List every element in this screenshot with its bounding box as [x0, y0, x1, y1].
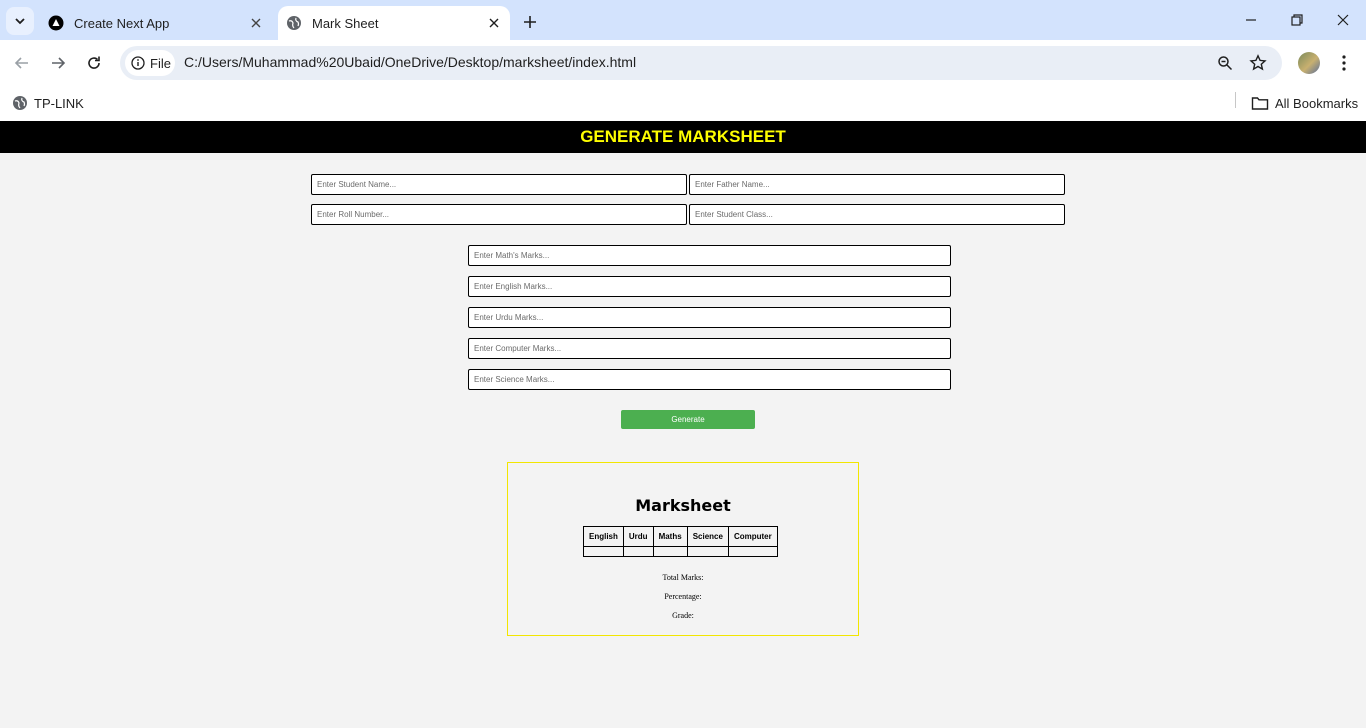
tab-search-button[interactable]	[6, 7, 34, 35]
tab-create-next-app[interactable]: Create Next App	[40, 6, 272, 40]
computer-cell	[727, 546, 778, 557]
close-icon	[1337, 14, 1349, 26]
science-cell	[686, 546, 729, 557]
folder-icon	[1251, 97, 1269, 110]
maths-cell	[652, 546, 688, 557]
nextjs-icon	[48, 15, 64, 31]
tab-title: Create Next App	[74, 15, 170, 31]
grade-label: Grade:	[672, 611, 694, 620]
site-info-chip[interactable]: File	[125, 50, 175, 76]
browser-menu-button[interactable]	[1332, 50, 1356, 76]
page-title: GENERATE MARKSHEET	[0, 121, 1366, 153]
more-vert-icon	[1342, 55, 1346, 71]
restore-button[interactable]	[1274, 6, 1320, 34]
urdu-cell	[622, 546, 654, 557]
table-row	[583, 546, 778, 557]
all-bookmarks-label: All Bookmarks	[1275, 95, 1359, 111]
bookmarks-bar: TP-LINK All Bookmarks	[0, 86, 1366, 121]
restore-icon	[1291, 14, 1303, 26]
bookmark-star-icon[interactable]	[1246, 51, 1270, 75]
all-bookmarks-button[interactable]: All Bookmarks	[1251, 92, 1358, 114]
minimize-button[interactable]	[1228, 6, 1274, 34]
percentage-label: Percentage:	[664, 592, 702, 601]
reload-button[interactable]	[79, 48, 109, 78]
back-button[interactable]	[7, 48, 37, 78]
urdu-marks-input[interactable]	[468, 307, 951, 328]
profile-avatar[interactable]	[1298, 52, 1320, 74]
father-name-input[interactable]	[689, 174, 1065, 195]
column-header: English	[583, 526, 624, 547]
student-name-input[interactable]	[311, 174, 687, 195]
total-marks-label: Total Marks:	[662, 573, 704, 582]
forward-button[interactable]	[43, 48, 73, 78]
bookmark-label: TP-LINK	[34, 95, 84, 111]
marksheet-panel: Marksheet English Urdu Maths Science Com…	[507, 462, 859, 636]
column-header: Maths	[652, 526, 688, 547]
plus-icon	[524, 16, 536, 28]
tab-title: Mark Sheet	[312, 15, 379, 31]
info-icon	[131, 56, 145, 70]
column-header: Urdu	[622, 526, 654, 547]
close-window-button[interactable]	[1320, 6, 1366, 34]
science-marks-input[interactable]	[468, 369, 951, 390]
english-cell	[583, 546, 624, 557]
close-tab-icon[interactable]	[246, 13, 266, 33]
reload-icon	[88, 56, 100, 69]
tab-mark-sheet[interactable]: Mark Sheet	[278, 6, 510, 40]
column-header: Computer	[727, 526, 778, 547]
globe-icon	[286, 15, 302, 31]
url-text[interactable]: C:/Users/Muhammad%20Ubaid/OneDrive/Deskt…	[184, 54, 636, 70]
math-marks-input[interactable]	[468, 245, 951, 266]
marks-table: English Urdu Maths Science Computer	[583, 526, 778, 557]
zoom-icon[interactable]	[1213, 51, 1237, 75]
bookmark-tp-link[interactable]: TP-LINK	[12, 92, 84, 114]
student-class-input[interactable]	[689, 204, 1065, 225]
address-bar[interactable]: File C:/Users/Muhammad%20Ubaid/OneDrive/…	[120, 46, 1282, 80]
table-header-row: English Urdu Maths Science Computer	[583, 526, 778, 547]
minimize-icon	[1246, 19, 1256, 21]
new-tab-button[interactable]	[518, 10, 542, 34]
bookmarks-divider	[1235, 92, 1236, 108]
globe-icon	[13, 96, 27, 110]
arrow-right-icon	[52, 57, 66, 69]
english-marks-input[interactable]	[468, 276, 951, 297]
chip-label: File	[150, 55, 171, 71]
tab-strip: Create Next App Mark Sheet	[0, 0, 1366, 40]
roll-number-input[interactable]	[311, 204, 687, 225]
generate-button[interactable]: Generate	[621, 410, 755, 429]
marksheet-title: Marksheet	[635, 496, 731, 515]
column-header: Science	[686, 526, 729, 547]
close-tab-icon[interactable]	[484, 13, 504, 33]
arrow-left-icon	[14, 57, 28, 69]
chevron-down-icon	[15, 18, 25, 25]
browser-toolbar: File C:/Users/Muhammad%20Ubaid/OneDrive/…	[0, 40, 1366, 86]
computer-marks-input[interactable]	[468, 338, 951, 359]
